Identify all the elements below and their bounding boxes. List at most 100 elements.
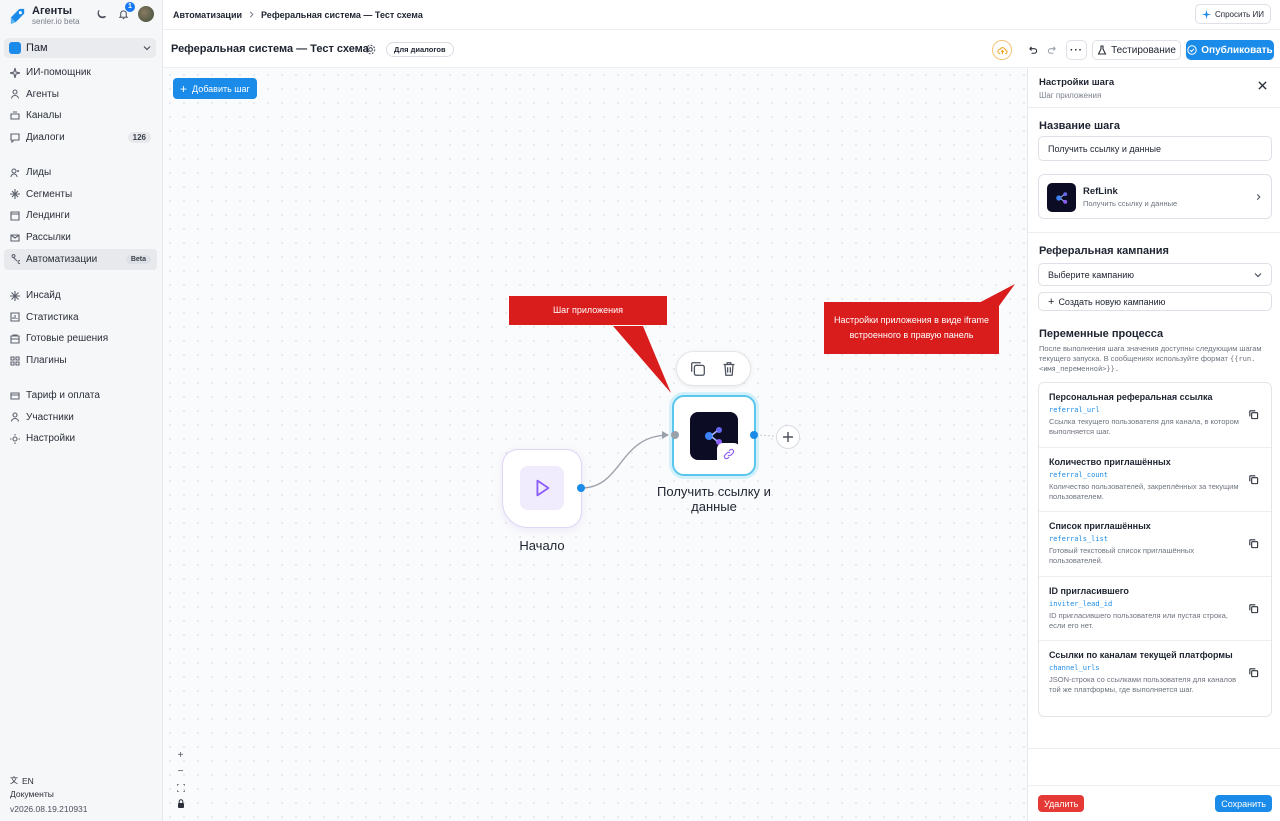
billing-icon bbox=[10, 391, 20, 400]
sidebar-item-automations[interactable]: Автоматизации Beta bbox=[4, 248, 157, 270]
sidebar-item-agents[interactable]: Агенты bbox=[4, 84, 157, 105]
variable-description: JSON-строка со ссылками пользователя для… bbox=[1049, 675, 1237, 694]
cloud-upload-icon bbox=[996, 46, 1008, 54]
sidebar-item-leads[interactable]: Лиды bbox=[4, 162, 157, 183]
save-button[interactable]: Сохранить bbox=[1215, 795, 1272, 812]
avatar[interactable] bbox=[138, 6, 154, 22]
campaign-select[interactable]: Выберите кампанию bbox=[1038, 263, 1272, 286]
app-input-handle[interactable] bbox=[671, 431, 679, 439]
testing-label: Тестирование bbox=[1111, 44, 1176, 56]
statistics-icon bbox=[10, 312, 20, 322]
lock-icon[interactable] bbox=[173, 797, 188, 810]
start-output-handle[interactable] bbox=[577, 484, 585, 492]
testing-button[interactable]: Тестирование bbox=[1092, 40, 1181, 60]
breadcrumb-item-automations[interactable]: Автоматизации bbox=[173, 10, 242, 20]
sidebar-item-insight[interactable]: Инсайд bbox=[4, 285, 157, 306]
mailings-icon bbox=[10, 234, 20, 242]
reflink-app-icon bbox=[1047, 183, 1076, 212]
sidebar-item-label: Готовые решения bbox=[26, 333, 109, 345]
add-next-step-button[interactable] bbox=[776, 425, 800, 449]
more-button[interactable]: ··· bbox=[1066, 40, 1087, 60]
copy-icon[interactable] bbox=[1248, 474, 1259, 485]
landings-icon bbox=[10, 211, 20, 221]
sidebar-item-label: Тариф и оплата bbox=[26, 390, 100, 401]
undo-button[interactable] bbox=[1022, 40, 1042, 60]
more-icon: ··· bbox=[1070, 44, 1083, 56]
step-name-input[interactable]: Получить ссылку и данные bbox=[1038, 136, 1272, 161]
variable-key: referral_url bbox=[1049, 406, 1100, 414]
copy-icon[interactable] bbox=[1248, 603, 1259, 614]
variable-description: Готовый текстовый список приглашённых по… bbox=[1049, 546, 1195, 565]
language-switch[interactable]: 文 EN bbox=[10, 775, 34, 786]
close-icon[interactable] bbox=[1258, 81, 1267, 90]
variable-description: ID пригласившего пользователя или пустая… bbox=[1049, 610, 1228, 630]
sidebar-item-statistics[interactable]: Статистика bbox=[4, 307, 157, 328]
upload-button[interactable] bbox=[992, 40, 1012, 60]
sidebar-item-dialogs[interactable]: Диалоги 126 bbox=[4, 127, 157, 148]
beta-badge: Beta bbox=[125, 254, 151, 264]
sparkle-icon bbox=[10, 67, 20, 78]
delete-button[interactable]: Удалить bbox=[1038, 795, 1085, 812]
sidebar-item-segments[interactable]: Сегменты bbox=[4, 184, 157, 205]
ask-ai-button[interactable]: Спросить ИИ bbox=[1194, 4, 1271, 24]
zoom-out-icon[interactable]: − bbox=[173, 765, 188, 778]
sidebar-item-settings[interactable]: Настройки bbox=[4, 428, 157, 449]
docs-link[interactable]: Документы bbox=[10, 789, 54, 799]
copy-icon[interactable] bbox=[1248, 409, 1259, 420]
app-output-handle[interactable] bbox=[750, 431, 758, 439]
zoom-controls: + − bbox=[173, 749, 188, 810]
sidebar-item-billing[interactable]: Тариф и оплата bbox=[4, 385, 157, 406]
gear-icon[interactable] bbox=[365, 44, 376, 55]
brand[interactable]: Агенты senler.io beta bbox=[8, 5, 80, 27]
variable-title: Количество приглашённых bbox=[1049, 456, 1171, 467]
chevron-right-icon bbox=[249, 11, 254, 18]
version-label: v2026.08.19.210931 bbox=[10, 804, 88, 814]
breadcrumb: Автоматизации Реферальная система — Тест… bbox=[163, 0, 1280, 30]
sidebar-item-plugins[interactable]: Плагины bbox=[4, 350, 157, 371]
app-step-node[interactable] bbox=[672, 395, 756, 476]
variable-key: channel_urls bbox=[1049, 664, 1100, 672]
sidebar-item-landings[interactable]: Лендинги bbox=[4, 205, 157, 226]
connections-layer bbox=[580, 284, 1015, 489]
sidebar-item-sparkle[interactable]: ИИ-помощник bbox=[4, 62, 157, 83]
zoom-in-icon[interactable]: + bbox=[173, 749, 188, 762]
fit-view-icon[interactable] bbox=[173, 781, 188, 794]
copy-icon[interactable] bbox=[1248, 538, 1259, 549]
panel-title: Настройки шага bbox=[1039, 77, 1115, 88]
notification-badge: 1 bbox=[125, 2, 135, 12]
sidebar-item-channels[interactable]: Каналы bbox=[4, 105, 157, 126]
edge-arrowhead bbox=[662, 431, 669, 439]
sidebar-item-solutions[interactable]: Готовые решения bbox=[4, 328, 157, 349]
sidebar-item-label: Рассылки bbox=[26, 232, 71, 244]
variable-key: referrals_list bbox=[1049, 535, 1109, 543]
app-name: RefLink bbox=[1083, 186, 1118, 197]
copy-icon[interactable] bbox=[1248, 667, 1259, 678]
sidebar-item-mailings[interactable]: Рассылки bbox=[4, 227, 157, 248]
bell-icon[interactable]: 1 bbox=[116, 2, 135, 21]
sidebar-item-label: Инсайд bbox=[26, 290, 61, 301]
chevron-down-icon bbox=[1254, 272, 1262, 277]
plugins-icon bbox=[10, 356, 20, 366]
variable-title: ID пригласившего bbox=[1049, 585, 1129, 596]
trash-icon[interactable] bbox=[720, 360, 738, 378]
language-label: EN bbox=[22, 775, 34, 786]
sidebar-item-label: Каналы bbox=[26, 110, 62, 122]
workspace-selector[interactable]: Пам bbox=[4, 38, 156, 58]
breadcrumb-item-current: Реферальная система — Тест схема bbox=[261, 9, 423, 20]
app-card[interactable]: RefLink Получить ссылку и данные bbox=[1038, 174, 1272, 219]
workspace-name: Пам bbox=[26, 42, 48, 54]
sidebar-group-3: Инсайд Статистика Готовые решения Плагины bbox=[4, 285, 157, 372]
start-node[interactable] bbox=[502, 449, 582, 528]
sidebar-group-2: Лиды Сегменты Лендинги Рассылки Автоматизаци… bbox=[4, 162, 157, 270]
duplicate-icon[interactable] bbox=[689, 360, 707, 378]
redo-icon bbox=[1047, 45, 1056, 54]
create-campaign-button[interactable]: + Создать новую кампанию bbox=[1038, 292, 1272, 311]
redo-button[interactable] bbox=[1042, 40, 1062, 60]
check-circle-icon bbox=[1187, 45, 1197, 55]
flow-canvas[interactable]: + Добавить шаг Шаг приложения Настройки … bbox=[163, 68, 1027, 821]
publish-button[interactable]: Опубликовать bbox=[1186, 40, 1274, 60]
automations-icon bbox=[11, 254, 20, 265]
link-icon bbox=[717, 443, 740, 465]
moon-icon[interactable] bbox=[94, 7, 108, 21]
sidebar-item-members[interactable]: Участники bbox=[4, 407, 157, 428]
